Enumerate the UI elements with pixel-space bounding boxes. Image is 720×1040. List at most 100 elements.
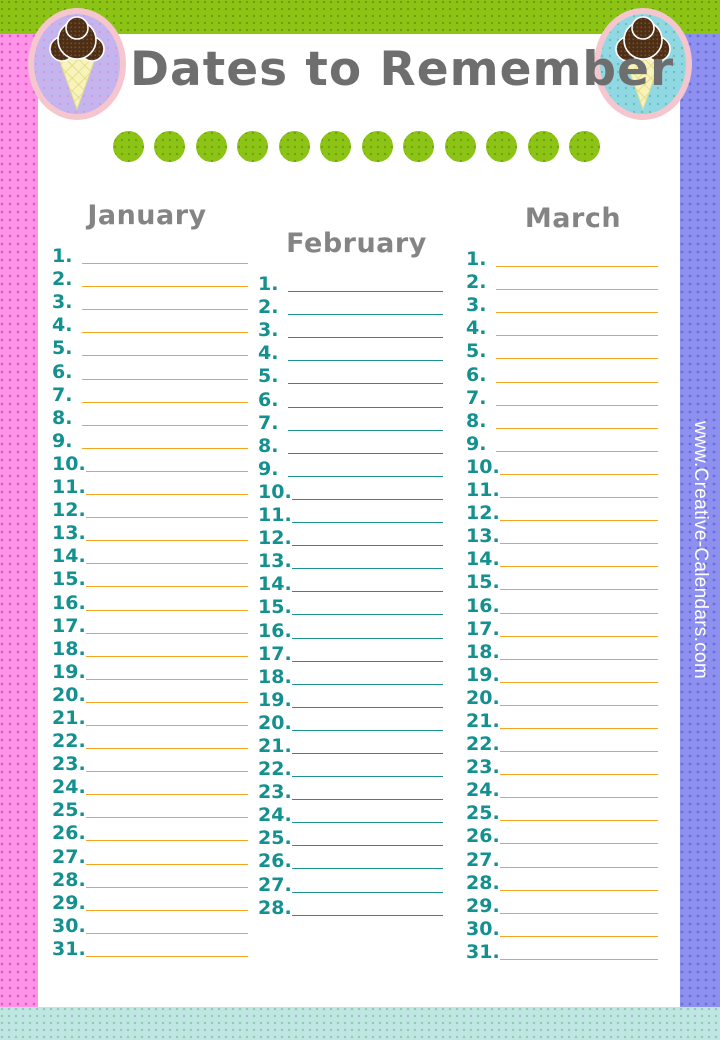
date-entry-row[interactable]: 31.: [52, 936, 248, 959]
date-entry-row[interactable]: 1.: [52, 243, 248, 266]
date-entry-writing-line[interactable]: [291, 498, 443, 500]
date-entry-row[interactable]: 20.: [258, 710, 443, 733]
date-entry-writing-line[interactable]: [85, 632, 248, 634]
date-entry-writing-line[interactable]: [499, 797, 658, 799]
date-entry-row[interactable]: 25.: [258, 825, 443, 848]
date-entry-writing-line[interactable]: [82, 447, 248, 449]
date-entry-row[interactable]: 28.: [466, 870, 658, 893]
date-entry-row[interactable]: 15.: [52, 566, 248, 589]
date-entry-row[interactable]: 8.: [52, 405, 248, 428]
date-entry-writing-line[interactable]: [288, 406, 443, 408]
date-entry-writing-line[interactable]: [85, 794, 248, 796]
date-entry-writing-line[interactable]: [291, 845, 443, 847]
date-entry-row[interactable]: 27.: [258, 871, 443, 894]
date-entry-writing-line[interactable]: [499, 589, 658, 591]
date-entry-row[interactable]: 1.: [466, 246, 658, 269]
date-entry-row[interactable]: 14.: [466, 546, 658, 569]
date-entry-writing-line[interactable]: [291, 522, 443, 524]
date-entry-row[interactable]: 21.: [466, 708, 658, 731]
date-entry-writing-line[interactable]: [85, 678, 248, 680]
date-entry-writing-line[interactable]: [496, 266, 658, 268]
date-entry-row[interactable]: 6.: [258, 386, 443, 409]
date-entry-writing-line[interactable]: [291, 545, 443, 547]
date-entry-writing-line[interactable]: [85, 886, 248, 888]
date-entry-writing-line[interactable]: [499, 866, 658, 868]
date-entry-row[interactable]: 24.: [258, 802, 443, 825]
date-entry-writing-line[interactable]: [288, 291, 443, 293]
date-entry-row[interactable]: 22.: [52, 728, 248, 751]
date-entry-writing-line[interactable]: [85, 724, 248, 726]
date-entry-writing-line[interactable]: [288, 360, 443, 362]
date-entry-writing-line[interactable]: [85, 932, 248, 934]
date-entry-row[interactable]: 22.: [258, 756, 443, 779]
date-entry-writing-line[interactable]: [85, 494, 248, 496]
date-entry-row[interactable]: 17.: [258, 641, 443, 664]
date-entry-row[interactable]: 16.: [52, 589, 248, 612]
date-entry-writing-line[interactable]: [85, 955, 248, 957]
date-entry-writing-line[interactable]: [82, 401, 248, 403]
date-entry-writing-line[interactable]: [291, 614, 443, 616]
date-entry-writing-line[interactable]: [291, 776, 443, 778]
date-entry-row[interactable]: 21.: [52, 705, 248, 728]
date-entry-row[interactable]: 21.: [258, 733, 443, 756]
date-entry-writing-line[interactable]: [291, 868, 443, 870]
date-entry-row[interactable]: 13.: [466, 523, 658, 546]
date-entry-writing-line[interactable]: [291, 891, 443, 893]
date-entry-row[interactable]: 15.: [258, 594, 443, 617]
date-entry-row[interactable]: 11.: [258, 502, 443, 525]
date-entry-row[interactable]: 4.: [466, 315, 658, 338]
date-entry-writing-line[interactable]: [85, 540, 248, 542]
date-entry-row[interactable]: 4.: [258, 340, 443, 363]
date-entry-writing-line[interactable]: [82, 378, 248, 380]
date-entry-writing-line[interactable]: [291, 752, 443, 754]
date-entry-row[interactable]: 8.: [258, 433, 443, 456]
date-entry-writing-line[interactable]: [291, 799, 443, 801]
date-entry-writing-line[interactable]: [291, 568, 443, 570]
date-entry-row[interactable]: 23.: [52, 751, 248, 774]
date-entry-writing-line[interactable]: [82, 286, 248, 288]
date-entry-writing-line[interactable]: [499, 843, 658, 845]
date-entry-row[interactable]: 28.: [258, 895, 443, 918]
date-entry-writing-line[interactable]: [499, 727, 658, 729]
date-entry-writing-line[interactable]: [85, 701, 248, 703]
date-entry-row[interactable]: 16.: [466, 592, 658, 615]
date-entry-writing-line[interactable]: [288, 383, 443, 385]
date-entry-row[interactable]: 14.: [258, 571, 443, 594]
date-entry-row[interactable]: 3.: [52, 289, 248, 312]
date-entry-writing-line[interactable]: [85, 771, 248, 773]
date-entry-row[interactable]: 8.: [466, 408, 658, 431]
date-entry-row[interactable]: 5.: [52, 335, 248, 358]
date-entry-row[interactable]: 10.: [466, 454, 658, 477]
date-entry-writing-line[interactable]: [85, 655, 248, 657]
date-entry-row[interactable]: 28.: [52, 867, 248, 890]
date-entry-writing-line[interactable]: [82, 309, 248, 311]
date-entry-row[interactable]: 15.: [466, 569, 658, 592]
date-entry-writing-line[interactable]: [499, 958, 658, 960]
date-entry-row[interactable]: 19.: [258, 687, 443, 710]
date-entry-row[interactable]: 9.: [258, 456, 443, 479]
date-entry-row[interactable]: 24.: [466, 777, 658, 800]
date-entry-row[interactable]: 7.: [52, 382, 248, 405]
date-entry-row[interactable]: 7.: [466, 385, 658, 408]
date-entry-writing-line[interactable]: [82, 263, 248, 265]
date-entry-row[interactable]: 27.: [466, 846, 658, 869]
date-entry-writing-line[interactable]: [496, 335, 658, 337]
date-entry-row[interactable]: 14.: [52, 543, 248, 566]
date-entry-row[interactable]: 26.: [466, 823, 658, 846]
date-entry-writing-line[interactable]: [499, 774, 658, 776]
date-entry-row[interactable]: 3.: [466, 292, 658, 315]
date-entry-writing-line[interactable]: [496, 289, 658, 291]
date-entry-writing-line[interactable]: [496, 312, 658, 314]
date-entry-writing-line[interactable]: [82, 332, 248, 334]
date-entry-writing-line[interactable]: [499, 889, 658, 891]
date-entry-writing-line[interactable]: [291, 914, 443, 916]
date-entry-writing-line[interactable]: [82, 355, 248, 357]
date-entry-row[interactable]: 9.: [52, 428, 248, 451]
date-entry-writing-line[interactable]: [85, 748, 248, 750]
date-entry-row[interactable]: 17.: [52, 613, 248, 636]
date-entry-writing-line[interactable]: [288, 475, 443, 477]
date-entry-row[interactable]: 18.: [258, 664, 443, 687]
date-entry-writing-line[interactable]: [291, 729, 443, 731]
date-entry-writing-line[interactable]: [499, 751, 658, 753]
date-entry-row[interactable]: 18.: [52, 636, 248, 659]
